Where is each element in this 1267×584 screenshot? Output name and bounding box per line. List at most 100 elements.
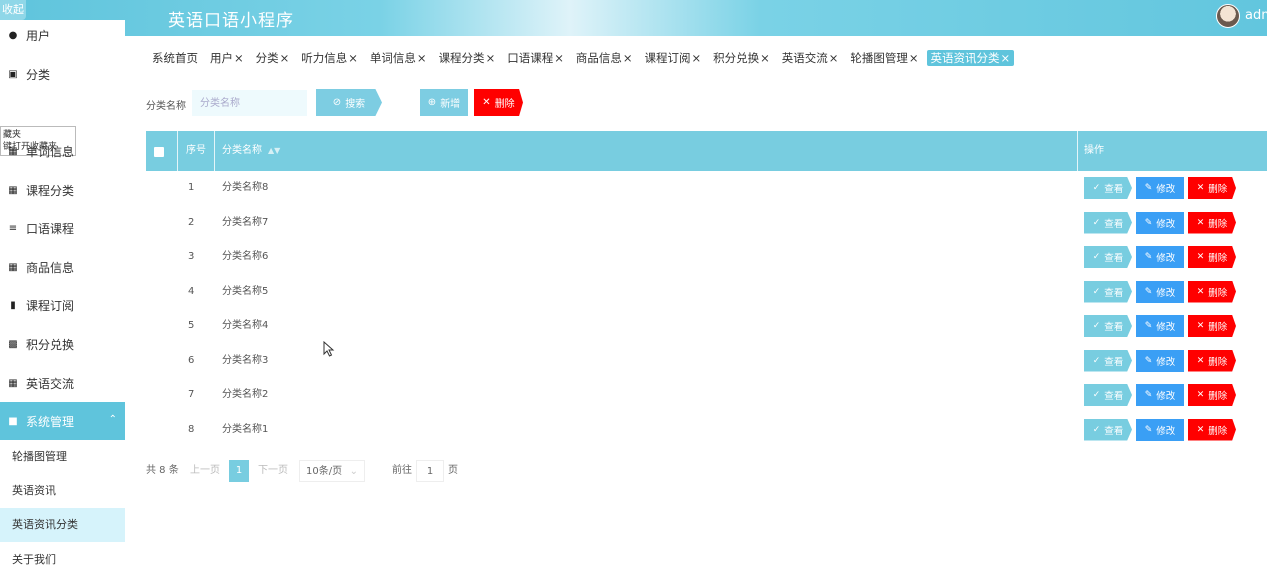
row-checkbox[interactable] xyxy=(155,355,165,366)
edit-button[interactable]: ✎ 修改 xyxy=(1136,315,1184,337)
column-header-index: 序号 xyxy=(186,145,206,156)
tab-6[interactable]: 口语课程× xyxy=(503,50,568,66)
sidebar-subitem-about[interactable]: 关于我们 xyxy=(0,543,125,577)
view-button[interactable]: ✓ 查看 xyxy=(1084,384,1132,406)
sidebar-item-user[interactable]: ● 用户 xyxy=(0,16,125,54)
edit-button[interactable]: ✎ 修改 xyxy=(1136,418,1184,441)
search-input[interactable] xyxy=(192,90,307,116)
document-icon: ▮ xyxy=(10,299,16,311)
tab-close-icon[interactable]: × xyxy=(623,51,633,65)
tab-close-icon[interactable]: × xyxy=(554,51,564,65)
check-icon: ✓ xyxy=(1092,355,1101,366)
sort-icon[interactable]: ▲▼ xyxy=(268,146,280,155)
tab-9[interactable]: 积分兑换× xyxy=(709,50,774,66)
sidebar-item-subscriptions[interactable]: ▮ 课程订阅 xyxy=(0,286,125,324)
close-icon: ✕ xyxy=(1196,286,1205,297)
tab-8[interactable]: 课程订阅× xyxy=(640,50,705,66)
sidebar-subitem-banner[interactable]: 轮播图管理 xyxy=(0,440,125,474)
column-header-name[interactable]: 分类名称 ▲▼ xyxy=(222,131,280,171)
tab-close-icon[interactable]: × xyxy=(691,51,701,65)
view-button[interactable]: ✓ 查看 xyxy=(1084,280,1132,303)
delete-button[interactable]: ✕ 删除 xyxy=(1188,280,1236,303)
sidebar-item-english-exchange[interactable]: ▦ 英语交流 xyxy=(0,364,125,402)
tab-2[interactable]: 分类× xyxy=(252,50,294,66)
sidebar-subitem-news[interactable]: 英语资讯 xyxy=(0,474,125,508)
tab-label: 轮播图管理 xyxy=(850,51,908,65)
prev-page-button[interactable]: 上一页 xyxy=(190,460,220,482)
view-button[interactable]: ✓ 查看 xyxy=(1084,211,1132,234)
row-checkbox[interactable] xyxy=(155,217,165,228)
tab-label: 英语交流 xyxy=(781,51,828,65)
close-icon: ✕ xyxy=(1196,321,1205,331)
select-all-checkbox[interactable] xyxy=(154,147,164,157)
delete-button[interactable]: ✕ 删除 xyxy=(1188,315,1236,337)
row-index: 4 xyxy=(188,285,195,297)
view-button[interactable]: ✓ 查看 xyxy=(1084,177,1132,199)
row-checkbox[interactable] xyxy=(155,183,165,193)
tab-10[interactable]: 英语交流× xyxy=(778,50,843,66)
tab-close-icon[interactable]: × xyxy=(909,51,919,65)
sidebar-group-system[interactable]: ■ 系统管理 ⌃ xyxy=(0,402,125,440)
delete-button-label: 删除 xyxy=(1208,322,1228,333)
row-checkbox[interactable] xyxy=(155,286,165,297)
tab-11[interactable]: 轮播图管理× xyxy=(846,50,922,66)
sidebar-subitem-news-category[interactable]: 英语资讯分类 xyxy=(0,508,125,542)
view-button[interactable]: ✓ 查看 xyxy=(1084,315,1132,337)
delete-button[interactable]: ✕ 删除 xyxy=(1188,246,1236,268)
delete-button[interactable]: ✕ 删除 xyxy=(1188,418,1236,441)
batch-delete-button[interactable]: ✕ 删除 xyxy=(474,89,523,116)
edit-button[interactable]: ✎ 修改 xyxy=(1136,211,1184,234)
tab-7[interactable]: 商品信息× xyxy=(572,50,637,66)
edit-button-label: 修改 xyxy=(1156,287,1176,299)
tab-close-icon[interactable]: × xyxy=(234,51,244,65)
edit-button[interactable]: ✎ 修改 xyxy=(1136,246,1184,268)
tab-close-icon[interactable]: × xyxy=(417,51,427,65)
row-checkbox[interactable] xyxy=(155,252,165,262)
sidebar-item-words[interactable]: ▦ 单词信息 xyxy=(0,132,125,170)
edit-button[interactable]: ✎ 修改 xyxy=(1136,349,1184,372)
tab-0[interactable]: 系统首页 xyxy=(148,50,202,66)
add-button-label: 新增 xyxy=(440,99,461,110)
edit-button[interactable]: ✎ 修改 xyxy=(1136,177,1184,199)
add-button[interactable]: ⊕ 新增 xyxy=(420,89,468,116)
delete-button[interactable]: ✕ 删除 xyxy=(1188,349,1236,372)
delete-button[interactable]: ✕ 删除 xyxy=(1188,384,1236,406)
view-button[interactable]: ✓ 查看 xyxy=(1084,349,1132,372)
user-avatar[interactable] xyxy=(1216,4,1240,28)
edit-button[interactable]: ✎ 修改 xyxy=(1136,280,1184,303)
edit-button[interactable]: ✎ 修改 xyxy=(1136,384,1184,406)
sidebar-item-category[interactable]: ▣ 分类 xyxy=(0,55,125,93)
sidebar-item-points-exchange[interactable]: ▩ 积分兑换 xyxy=(0,325,125,363)
row-checkbox[interactable] xyxy=(155,390,165,400)
tab-close-icon[interactable]: × xyxy=(280,51,290,65)
row-checkbox[interactable] xyxy=(155,424,165,435)
delete-button[interactable]: ✕ 删除 xyxy=(1188,211,1236,234)
page-number-1[interactable]: 1 xyxy=(229,460,249,482)
tab-close-icon[interactable]: × xyxy=(760,51,770,65)
page-size-select[interactable]: 10条/页 ⌄ xyxy=(299,460,365,482)
delete-button[interactable]: ✕ 删除 xyxy=(1188,177,1236,199)
tab-1[interactable]: 用户× xyxy=(206,50,248,66)
tab-close-icon[interactable]: × xyxy=(829,51,839,65)
view-button-label: 查看 xyxy=(1104,253,1124,264)
search-button[interactable]: ⊘ 搜索 xyxy=(316,89,382,116)
tab-close-icon[interactable]: × xyxy=(1001,51,1011,65)
row-checkbox[interactable] xyxy=(155,321,165,331)
goto-page-input[interactable]: 1 xyxy=(416,460,444,482)
view-button[interactable]: ✓ 查看 xyxy=(1084,246,1132,268)
sidebar-item-course-category[interactable]: ▦ 课程分类 xyxy=(0,171,125,209)
tab-close-icon[interactable]: × xyxy=(486,51,496,65)
next-page-button[interactable]: 下一页 xyxy=(258,460,288,482)
view-button[interactable]: ✓ 查看 xyxy=(1084,418,1132,441)
sidebar-item-label: 英语交流 xyxy=(26,376,75,391)
sidebar-item-products[interactable]: ▦ 商品信息 xyxy=(0,248,125,286)
tab-3[interactable]: 听力信息× xyxy=(297,50,362,66)
tab-close-icon[interactable]: × xyxy=(348,51,358,65)
user-name[interactable]: adm xyxy=(1245,8,1267,23)
tab-12[interactable]: 英语资讯分类× xyxy=(926,50,1015,66)
tab-4[interactable]: 单词信息× xyxy=(366,50,431,66)
column-header-name-label: 分类名称 xyxy=(222,145,262,156)
tab-5[interactable]: 课程分类× xyxy=(435,50,500,66)
sidebar-item-oral-course[interactable]: ≡ 口语课程 xyxy=(0,209,125,247)
row-index: 8 xyxy=(188,423,195,435)
